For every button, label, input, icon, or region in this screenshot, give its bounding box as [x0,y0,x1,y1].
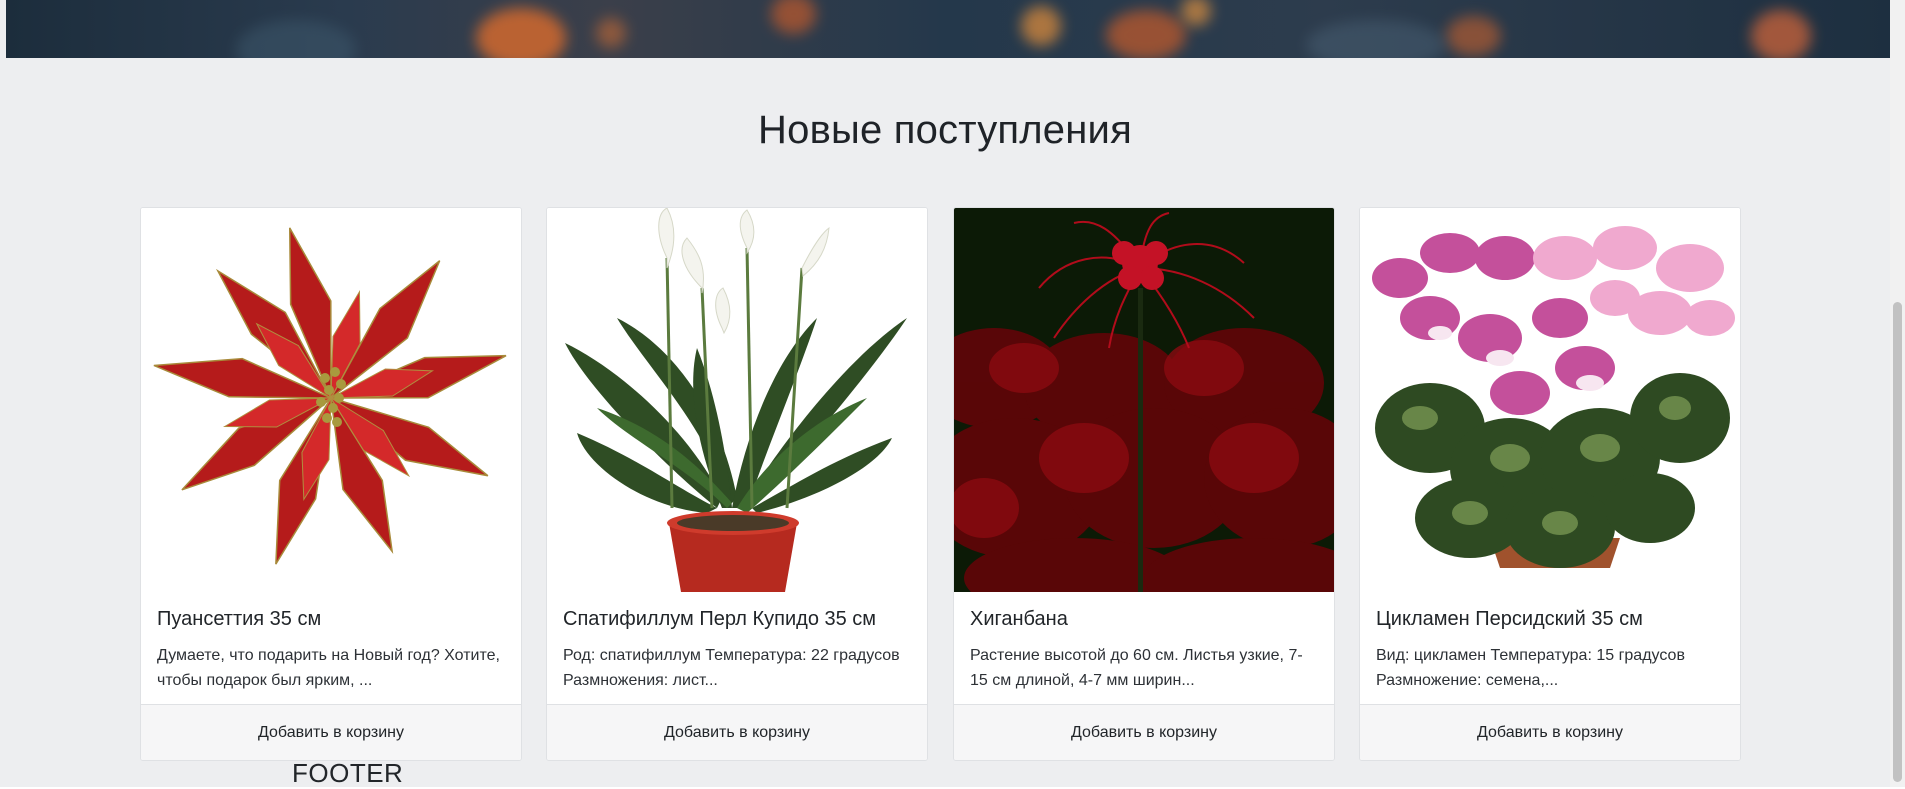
product-title[interactable]: Цикламен Персидский 35 см [1376,608,1726,631]
add-to-cart-button[interactable]: Добавить в корзину [141,704,521,760]
product-description: Думаете, что подарить на Новый год? Хоти… [157,647,500,689]
section-title: Новые поступления [758,108,1132,152]
product-title[interactable]: Хиганбана [970,608,1320,631]
higanbana-image[interactable] [954,208,1334,592]
spathiphyllum-image[interactable] [547,208,927,592]
product-card: Цикламен Персидский 35 см Вид: цикламен … [1359,207,1741,761]
product-card: Пуансеттия 35 см Думаете, что подарить н… [140,207,522,761]
scrollbar-thumb[interactable] [1893,302,1902,782]
add-to-cart-button[interactable]: Добавить в корзину [954,704,1334,760]
product-card: Хиганбана Растение высотой до 60 см. Лис… [953,207,1335,761]
page: Новые поступления Пуансеттия 35 см Думае… [0,0,1890,788]
add-to-cart-button[interactable]: Добавить в корзину [1360,704,1740,760]
poinsettia-icon [141,208,521,592]
poinsettia-image[interactable] [141,208,521,592]
product-title[interactable]: Пуансеттия 35 см [157,608,507,631]
cyclamen-image[interactable] [1360,208,1740,592]
product-description: Род: спатифиллум Температура: 22 градусо… [563,647,900,689]
product-card: Спатифиллум Перл Купидо 35 см Род: спати… [546,207,928,761]
product-description: Вид: цикламен Температура: 15 градусов Р… [1376,647,1685,689]
hero-banner-image [6,0,1890,58]
add-to-cart-button[interactable]: Добавить в корзину [547,704,927,760]
vertical-scrollbar[interactable] [1890,0,1905,787]
spathiphyllum-icon [547,208,927,592]
cyclamen-icon [1360,208,1740,592]
higanbana-icon [954,208,1334,592]
product-description: Растение высотой до 60 см. Листья узкие,… [970,647,1303,689]
footer-label: FOOTER [292,758,404,788]
product-title[interactable]: Спатифиллум Перл Купидо 35 см [563,608,913,631]
